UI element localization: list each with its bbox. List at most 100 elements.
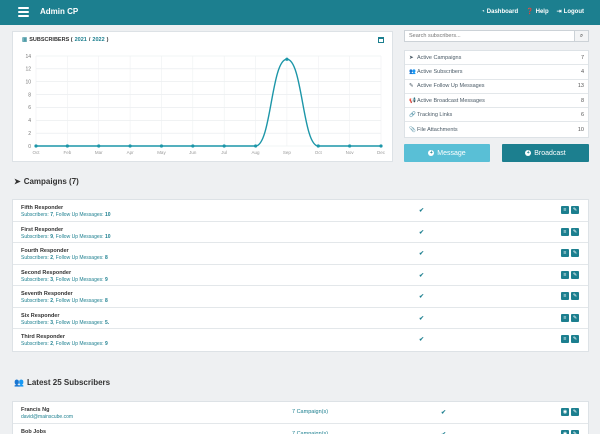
edit-icon: ✎: [572, 271, 578, 278]
data-point: [316, 144, 320, 148]
x-tick-label: Aug: [252, 150, 261, 155]
campaign-name[interactable]: Six Responder: [21, 313, 60, 319]
top-nav: ◔ Dashboard ❓ Help ⇥ Logout: [481, 8, 584, 16]
stat-value: 6: [580, 111, 584, 118]
edit-button[interactable]: ✎: [571, 227, 579, 236]
menu-toggle-icon[interactable]: [18, 7, 29, 17]
x-tick-label: Oct: [32, 150, 40, 155]
y-tick-label: 14: [25, 54, 31, 60]
y-tick-label: 2: [28, 131, 31, 137]
link-icon: 🔗: [409, 111, 416, 118]
nav-logout[interactable]: ⇥ Logout: [556, 8, 584, 16]
edit-button[interactable]: ✎: [571, 249, 579, 257]
subscriber-campaigns-link[interactable]: 7 Campaign(s): [292, 409, 328, 415]
campaign-name[interactable]: First Responder: [21, 227, 63, 233]
subscribers-chart-panel: ▥ SUBSCRIBERS (2021 / 2022) 0 2 4 6 8 10 12 14 O…: [12, 31, 393, 162]
view-button[interactable]: ≡: [561, 270, 569, 279]
list-icon: ≡: [563, 207, 567, 213]
edit-icon: ✎: [572, 314, 578, 321]
edit-icon: ✎: [409, 83, 414, 90]
subscriber-campaigns-link[interactable]: 7 Campaign(s): [292, 431, 328, 434]
subscriber-name[interactable]: Francis Ng: [21, 407, 49, 413]
campaign-name[interactable]: Seventh Responder: [21, 291, 73, 297]
edit-icon: ✎: [572, 430, 578, 434]
check-icon: ✔: [419, 251, 425, 257]
stat-value: 10: [577, 126, 584, 133]
stat-row[interactable]: 📎 File Attachments 10: [405, 122, 588, 136]
check-icon: ✔: [441, 410, 447, 416]
plus-circle-icon: +: [525, 150, 532, 156]
subscriber-email[interactable]: david@mainscube.com: [21, 414, 73, 420]
broadcast-button[interactable]: + Broadcast: [502, 144, 589, 162]
help-icon: ❓: [526, 9, 534, 15]
stat-value: 4: [580, 68, 584, 75]
view-button[interactable]: ≡: [561, 249, 569, 257]
search-input[interactable]: [405, 31, 575, 41]
view-button[interactable]: ≡: [561, 227, 569, 236]
campaign-stats: Subscribers: 3, Follow Up Messages: 5.: [21, 319, 110, 326]
edit-icon: ✎: [572, 250, 578, 256]
view-button[interactable]: ≡: [561, 206, 569, 214]
edit-button[interactable]: ✎: [571, 313, 579, 322]
stats-list: ➤ Active Campaigns 7 👥 Active Subscribers 4 ✎ A…: [404, 50, 589, 138]
users-icon: 👥: [14, 378, 24, 387]
campaign-stats: Subscribers: 9, Follow Up Messages: 10: [21, 233, 111, 240]
campaign-name[interactable]: Second Responder: [21, 270, 71, 276]
subscribers-line-chart: 0 2 4 6 8 10 12 14 Oct Feb Mar Apr May Jun Jul Aug Sep Oc…: [25, 54, 385, 155]
edit-button[interactable]: ✎: [571, 335, 579, 343]
x-tick-label: Jul: [221, 150, 227, 155]
data-point: [348, 144, 352, 148]
stat-row[interactable]: 👥 Active Subscribers 4: [405, 65, 588, 80]
view-button[interactable]: ≡: [561, 313, 569, 322]
search-button[interactable]: ⌕: [574, 31, 588, 41]
check-icon: ✔: [419, 272, 425, 279]
x-tick-label: Nov: [346, 150, 355, 155]
nav-dashboard[interactable]: ◔ Dashboard: [481, 8, 518, 15]
campaigns-list: Fifth Responder Subscribers: 7, Follow U…: [12, 199, 589, 352]
campaign-name[interactable]: Third Responder: [21, 334, 65, 340]
view-button[interactable]: ≡: [561, 335, 569, 343]
check-icon: ✔: [419, 337, 425, 343]
eye-icon: ◉: [562, 430, 568, 434]
data-point: [285, 57, 289, 61]
edit-button[interactable]: ✎: [571, 429, 579, 434]
edit-button[interactable]: ✎: [571, 270, 579, 279]
y-tick-label: 6: [28, 105, 31, 111]
x-tick-label: Sep: [283, 150, 292, 155]
campaign-stats: Subscribers: 2, Follow Up Messages: 8: [21, 255, 108, 261]
campaign-row: Third Responder Subscribers: 2, Follow U…: [13, 329, 588, 351]
campaign-name[interactable]: Fourth Responder: [21, 248, 69, 254]
x-tick-label: May: [157, 150, 166, 155]
y-tick-label: 0: [28, 144, 31, 150]
message-button[interactable]: + Message: [404, 144, 490, 162]
dashboard-icon: ◔: [481, 8, 485, 15]
check-icon: ✔: [419, 315, 425, 322]
check-icon: ✔: [419, 294, 425, 300]
subscriber-name[interactable]: Bob Jobs: [21, 429, 46, 434]
check-icon: ✔: [419, 208, 425, 214]
view-button[interactable]: ≡: [561, 292, 569, 300]
send-icon: ➤: [409, 54, 414, 61]
data-point: [128, 144, 132, 148]
list-icon: ≡: [563, 250, 567, 256]
check-icon: ✔: [441, 431, 446, 434]
data-point: [34, 144, 38, 148]
y-tick-label: 12: [25, 67, 31, 73]
edit-button[interactable]: ✎: [571, 408, 579, 416]
view-button[interactable]: ◉: [561, 408, 569, 416]
view-button[interactable]: ◉: [561, 429, 569, 434]
nav-help[interactable]: ❓ Help: [526, 8, 549, 16]
megaphone-icon: 📢: [409, 97, 416, 104]
logout-icon: ⇥: [556, 9, 562, 15]
app-title[interactable]: Admin CP: [40, 7, 78, 16]
list-icon: ≡: [563, 293, 567, 299]
stat-row[interactable]: 🔗 Tracking Links 6: [405, 108, 588, 123]
edit-button[interactable]: ✎: [571, 292, 579, 300]
stat-row[interactable]: 📢 Active Broadcast Messages 8: [405, 94, 588, 109]
stat-row[interactable]: ✎ Active Follow Up Messages 13: [405, 80, 588, 94]
campaign-name[interactable]: Fifth Responder: [21, 205, 63, 211]
edit-button[interactable]: ✎: [571, 206, 579, 214]
list-icon: ≡: [563, 336, 567, 342]
stat-row[interactable]: ➤ Active Campaigns 7: [405, 51, 588, 66]
campaign-row: Seventh Responder Subscribers: 2, Follow…: [13, 286, 588, 308]
